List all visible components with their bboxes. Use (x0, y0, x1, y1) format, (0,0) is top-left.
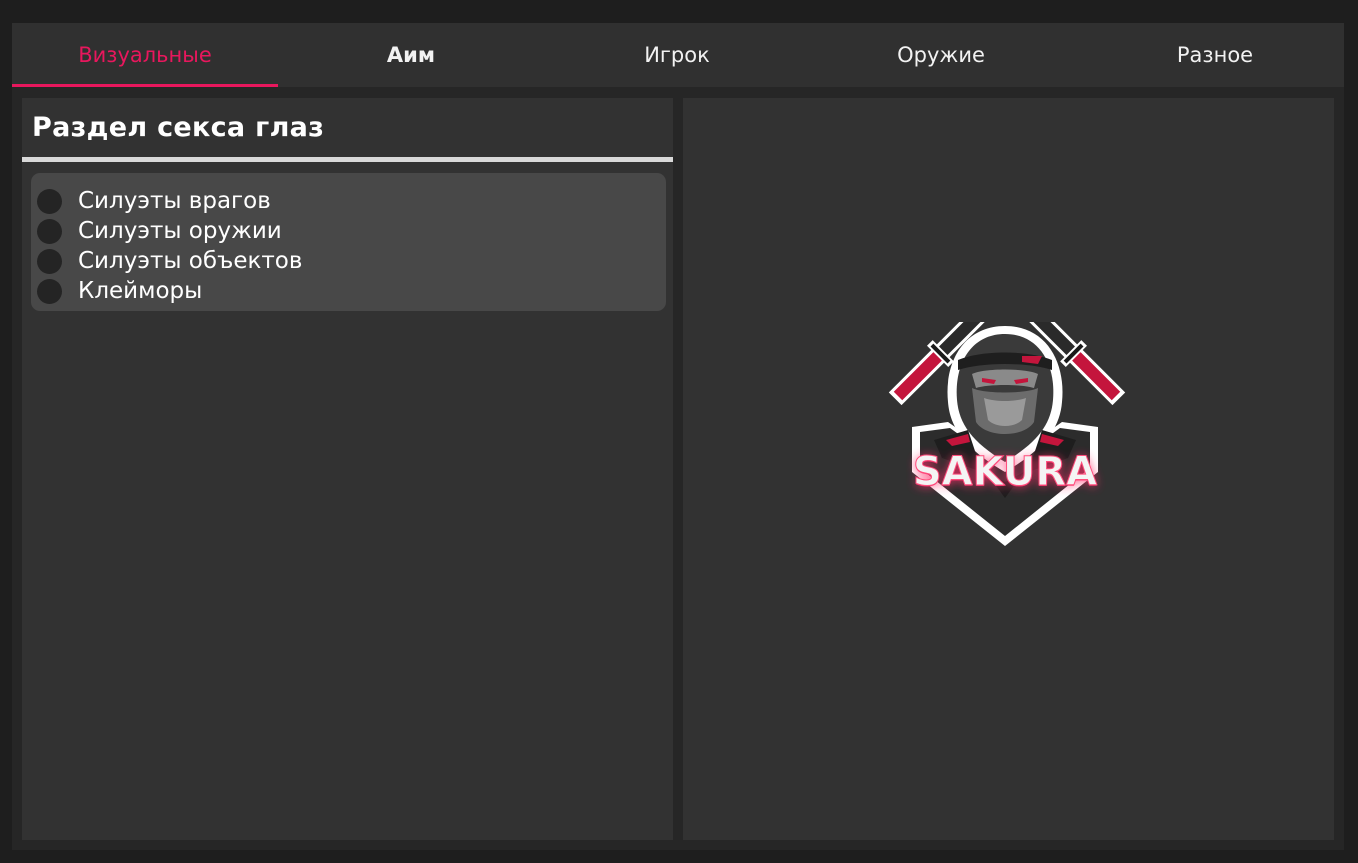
logo-text: SAKURA (913, 449, 1097, 495)
option-weapon-silhouettes[interactable]: Силуэты оружии (31, 216, 666, 246)
sakura-logo: SAKURA SAKURA (888, 322, 1126, 546)
radio-button[interactable] (37, 248, 62, 274)
tab-bar: Визуальные Аим Игрок Оружие Разное (12, 23, 1344, 87)
tab-aim[interactable]: Аим (278, 23, 544, 87)
option-object-silhouettes[interactable]: Силуэты объектов (31, 246, 666, 276)
section-title: Раздел секса глаз (32, 112, 325, 143)
ninja-crossed-katanas-icon (888, 322, 1126, 546)
section-divider (22, 157, 673, 162)
radio-button[interactable] (37, 188, 62, 214)
option-label: Силуэты врагов (78, 188, 271, 214)
menu-window: Визуальные Аим Игрок Оружие Разное Разде… (12, 23, 1344, 850)
option-label: Силуэты оружии (78, 218, 282, 244)
options-group: Силуэты врагов Силуэты оружии Силуэты об… (31, 173, 666, 311)
settings-panel: Раздел секса глаз Силуэты врагов Силуэты… (22, 98, 673, 840)
logo-panel: SAKURA SAKURA (683, 98, 1334, 840)
radio-button[interactable] (37, 278, 62, 304)
tab-visuals[interactable]: Визуальные (12, 23, 278, 87)
option-claymores[interactable]: Клейморы (31, 276, 666, 306)
option-enemy-silhouettes[interactable]: Силуэты врагов (31, 186, 666, 216)
active-tab-indicator (12, 84, 278, 87)
radio-button[interactable] (37, 218, 62, 244)
tab-misc[interactable]: Разное (1072, 23, 1358, 87)
option-label: Клейморы (78, 278, 203, 304)
tab-weapons[interactable]: Оружие (810, 23, 1072, 87)
option-label: Силуэты объектов (78, 248, 303, 274)
tab-player[interactable]: Игрок (544, 23, 810, 87)
